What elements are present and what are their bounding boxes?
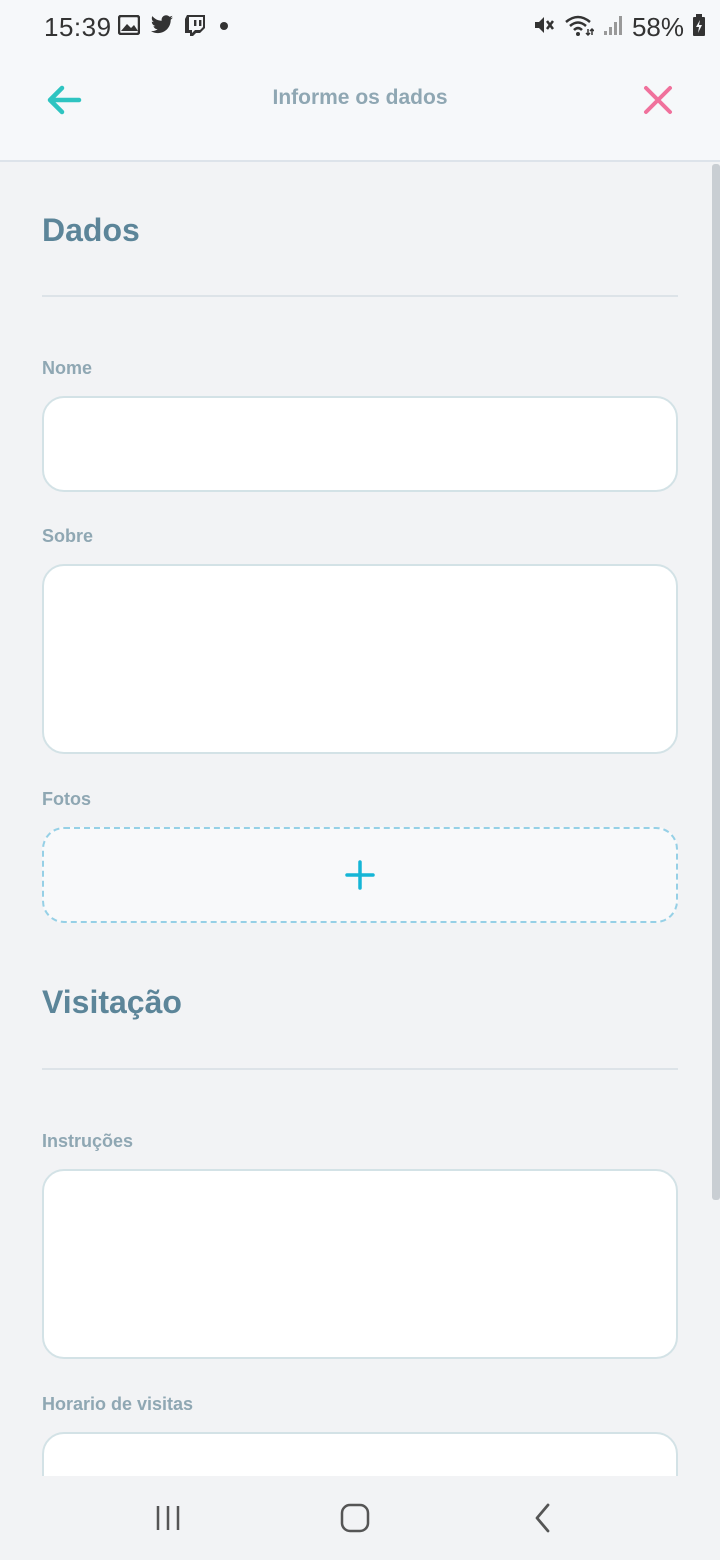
- chevron-left-icon: [535, 1503, 550, 1533]
- status-time: 15:39: [44, 12, 112, 42]
- add-photo-button[interactable]: [42, 827, 678, 923]
- system-nav-bar: [0, 1476, 720, 1560]
- scrollbar[interactable]: [712, 164, 720, 1200]
- fotos-label: Fotos: [42, 789, 91, 809]
- horario-label: Horario de visitas: [42, 1394, 194, 1414]
- divider: [42, 1068, 678, 1070]
- signal-icon: [602, 13, 624, 42]
- nome-input[interactable]: [42, 396, 678, 492]
- close-button[interactable]: [634, 78, 682, 122]
- app-header: Informe os dados: [0, 56, 720, 162]
- section-title-visitacao: Visitação: [42, 984, 182, 1020]
- page-title: Informe os dados: [272, 86, 448, 109]
- battery-icon: [692, 13, 706, 42]
- mute-icon: [532, 13, 556, 42]
- battery-percent: 58%: [631, 12, 684, 42]
- sobre-textarea[interactable]: [42, 564, 678, 754]
- dot-icon: [216, 15, 232, 35]
- home-button[interactable]: [331, 1496, 379, 1540]
- notification-icons: [118, 14, 232, 36]
- section-title-dados: Dados: [42, 212, 140, 248]
- home-icon: [340, 1503, 370, 1533]
- instrucoes-label: Instruções: [42, 1131, 134, 1151]
- plus-icon: [345, 860, 375, 890]
- back-nav-button[interactable]: [519, 1496, 567, 1540]
- sobre-label: Sobre: [42, 526, 94, 546]
- horario-input[interactable]: [42, 1432, 678, 1476]
- close-icon: [644, 86, 672, 114]
- instrucoes-textarea[interactable]: [42, 1169, 678, 1359]
- twitter-icon: [150, 15, 174, 35]
- status-bar: 15:39 58%: [0, 0, 720, 56]
- nome-label: Nome: [42, 358, 93, 378]
- recent-apps-button[interactable]: [144, 1496, 192, 1540]
- form-content[interactable]: Dados Nome Sobre Fotos Visitação Instruç…: [0, 164, 720, 1476]
- image-icon: [118, 15, 140, 35]
- twitch-icon: [184, 14, 206, 36]
- system-icons: 58%: [532, 12, 706, 43]
- divider: [42, 295, 678, 297]
- wifi-icon: [564, 13, 595, 42]
- recent-apps-icon: [156, 1506, 180, 1530]
